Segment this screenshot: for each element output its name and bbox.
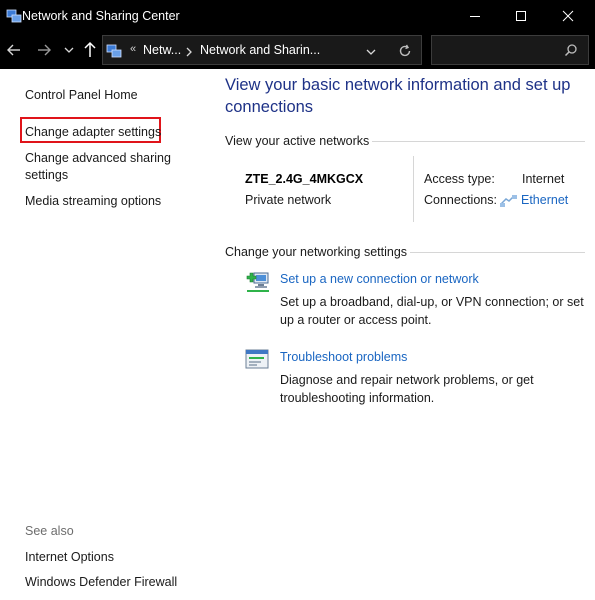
- breadcrumb-network-internet[interactable]: Netw...: [143, 43, 181, 57]
- access-type-label: Access type:: [424, 172, 495, 186]
- networking-settings-heading: Change your networking settings: [225, 245, 408, 259]
- divider: [410, 252, 585, 253]
- forward-button[interactable]: [34, 40, 54, 60]
- troubleshoot-problems-description: Diagnose and repair network problems, or…: [280, 373, 534, 405]
- troubleshoot-problems-link[interactable]: Troubleshoot problems: [280, 350, 407, 364]
- window-title: Network and Sharing Center: [22, 9, 180, 23]
- page-title: View your basic network information and …: [225, 76, 571, 116]
- up-button[interactable]: [80, 40, 100, 60]
- divider: [372, 141, 585, 142]
- see-also-heading: See also: [25, 524, 74, 538]
- setup-new-connection-link[interactable]: Set up a new connection or network: [280, 272, 479, 286]
- ethernet-connection-link[interactable]: Ethernet: [521, 193, 568, 207]
- sidebar-item-media-streaming[interactable]: Media streaming options: [25, 193, 161, 210]
- see-also-internet-options[interactable]: Internet Options: [25, 549, 114, 566]
- troubleshoot-icon: [245, 348, 269, 370]
- active-networks-heading: View your active networks: [225, 134, 370, 148]
- back-button[interactable]: [4, 40, 24, 60]
- refresh-icon[interactable]: [397, 43, 413, 64]
- sidebar: [0, 69, 205, 600]
- breadcrumb-separator-icon[interactable]: [185, 45, 193, 63]
- search-input[interactable]: [431, 35, 589, 65]
- close-button[interactable]: [545, 0, 591, 32]
- sidebar-item-control-panel-home[interactable]: Control Panel Home: [25, 87, 138, 104]
- network-name: ZTE_2.4G_4MKGCX: [245, 172, 364, 186]
- title-bar: Network and Sharing Center: [0, 0, 595, 32]
- breadcrumb-current[interactable]: Network and Sharin...: [200, 43, 320, 57]
- search-icon[interactable]: [564, 43, 578, 62]
- ethernet-icon: [500, 194, 518, 212]
- sidebar-item-change-adapter-settings[interactable]: Change adapter settings: [25, 124, 161, 141]
- recent-locations-button[interactable]: [59, 40, 79, 60]
- address-dropdown-icon[interactable]: [365, 45, 377, 63]
- breadcrumb-overflow[interactable]: «: [130, 43, 136, 55]
- sidebar-item-change-advanced-sharing[interactable]: Change advanced sharing settings: [25, 150, 171, 184]
- navigation-bar: « Netw... Network and Sharin...: [0, 32, 595, 69]
- see-also-firewall[interactable]: Windows Defender Firewall: [25, 574, 177, 591]
- network-setup-icon: [245, 269, 269, 292]
- control-panel-icon: [106, 43, 122, 59]
- address-bar[interactable]: « Netw... Network and Sharin...: [102, 35, 422, 65]
- network-type: Private network: [245, 193, 332, 207]
- setup-new-connection-description: Set up a broadband, dial-up, or VPN conn…: [280, 295, 584, 327]
- network-center-app-icon: [6, 8, 22, 24]
- access-type-value: Internet: [522, 172, 565, 186]
- minimize-button[interactable]: [452, 0, 498, 32]
- network-info-divider: [413, 156, 414, 222]
- connections-label: Connections:: [424, 193, 497, 207]
- maximize-button[interactable]: [498, 0, 544, 32]
